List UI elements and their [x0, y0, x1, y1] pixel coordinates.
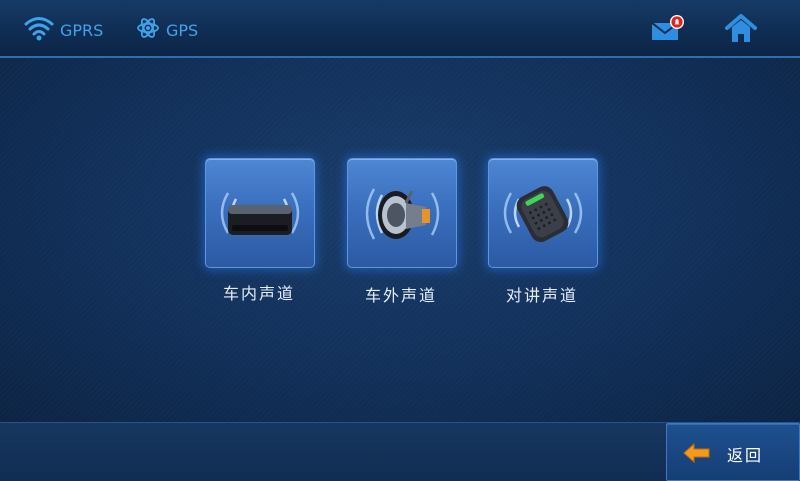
gps-status: GPS	[136, 16, 198, 44]
gprs-status: GPRS	[24, 16, 103, 44]
back-label: 返回	[727, 446, 764, 465]
intercom-mic-icon	[503, 186, 583, 243]
status-bar: GPRS GPS	[0, 0, 800, 58]
loudspeaker-icon	[365, 188, 440, 240]
intercom-channel-button[interactable]	[488, 158, 598, 268]
atom-icon	[136, 15, 160, 45]
wifi-icon	[24, 15, 54, 45]
gprs-label: GPRS	[60, 20, 104, 40]
exterior-channel-label: 车外声道	[364, 286, 437, 305]
mail-notification-icon	[651, 15, 684, 40]
mail-button[interactable]	[650, 14, 686, 44]
home-icon	[725, 14, 757, 42]
back-arrow-icon	[683, 442, 710, 464]
back-button[interactable]: 返回	[666, 423, 800, 481]
cabin-channel-label: 车内声道	[222, 284, 295, 303]
channel-selection-area: 车内声道 车外声道 对讲声道	[0, 58, 800, 422]
cabin-speaker-icon	[220, 192, 300, 235]
intercom-channel-label: 对讲声道	[505, 286, 578, 305]
gps-label: GPS	[166, 20, 199, 40]
cabin-channel-button[interactable]	[205, 158, 315, 268]
home-button[interactable]	[724, 13, 758, 45]
exterior-channel-button[interactable]	[347, 158, 457, 268]
